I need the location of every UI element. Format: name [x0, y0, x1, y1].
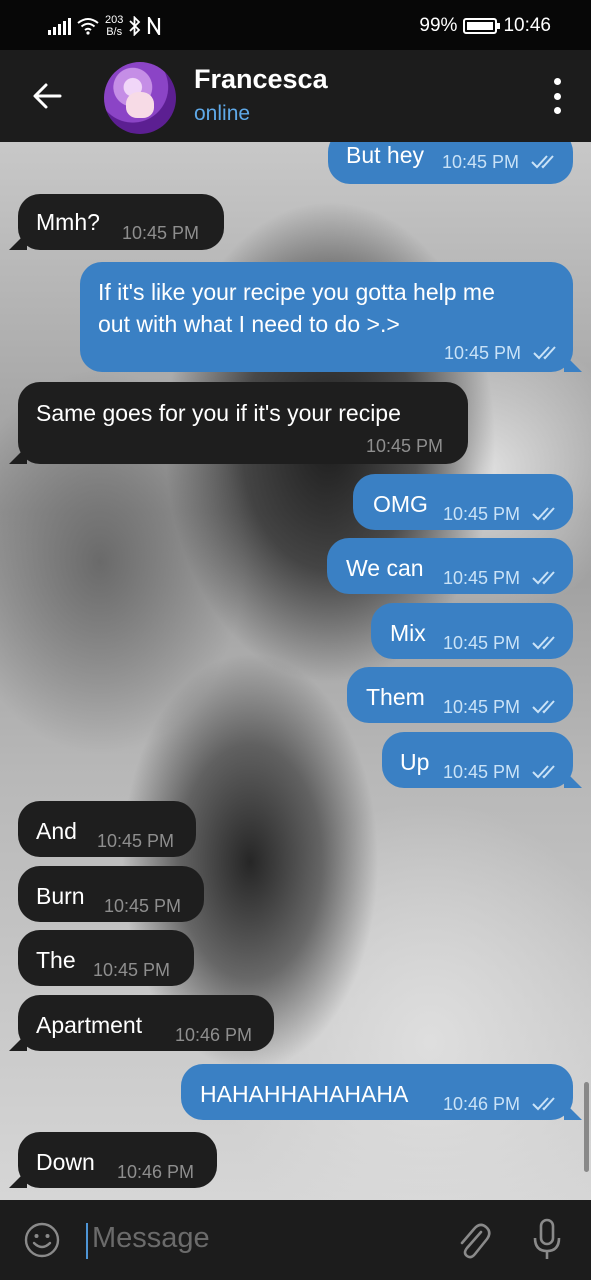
- message-time: 10:46 PM: [117, 1162, 195, 1182]
- double-check-icon: [532, 1097, 555, 1111]
- clock: 10:46: [503, 15, 551, 36]
- message-text: The: [36, 947, 76, 973]
- message-bubble-outgoing[interactable]: We can 10:45 PM: [327, 538, 573, 594]
- message-time: 10:45 PM: [366, 436, 444, 456]
- more-vertical-icon[interactable]: [551, 78, 563, 114]
- double-check-icon: [532, 571, 555, 585]
- emoji-icon[interactable]: [24, 1222, 60, 1258]
- text-cursor: [86, 1223, 88, 1259]
- message-input-bar: Message: [0, 1200, 591, 1280]
- message-bubble-outgoing[interactable]: If it's like your recipe you gotta help …: [80, 262, 573, 372]
- message-text: Mix: [390, 620, 426, 646]
- message-text: Burn: [36, 883, 85, 909]
- message-text: And: [36, 818, 77, 844]
- message-input[interactable]: Message: [92, 1222, 210, 1255]
- message-bubble-incoming[interactable]: And 10:45 PM: [18, 801, 196, 857]
- wifi-icon: [77, 18, 99, 35]
- signal-icon: [48, 17, 71, 35]
- message-time: 10:45 PM: [93, 960, 171, 980]
- message-time: 10:45 PM: [442, 152, 520, 172]
- message-time: 10:45 PM: [443, 568, 521, 588]
- message-bubble-incoming[interactable]: Same goes for you if it's your recipe 10…: [18, 382, 468, 464]
- message-bubble-outgoing[interactable]: OMG 10:45 PM: [353, 474, 573, 530]
- double-check-icon: [533, 346, 556, 360]
- status-bar: 203 B/s 99% 10:46: [0, 0, 591, 50]
- message-bubble-incoming[interactable]: Burn 10:45 PM: [18, 866, 204, 922]
- double-check-icon: [532, 700, 555, 714]
- message-text: OMG: [373, 491, 428, 517]
- message-bubble-outgoing[interactable]: Mix 10:45 PM: [371, 603, 573, 659]
- microphone-icon[interactable]: [532, 1218, 562, 1262]
- battery-percent: 99%: [419, 15, 458, 36]
- message-time: 10:45 PM: [443, 633, 521, 653]
- scrollbar[interactable]: [584, 1082, 589, 1172]
- message-text: Mmh?: [36, 209, 100, 235]
- contact-status: online: [194, 102, 251, 125]
- message-time: 10:45 PM: [104, 896, 182, 916]
- message-bubble-outgoing[interactable]: Them 10:45 PM: [347, 667, 573, 723]
- network-speed: 203 B/s: [105, 14, 123, 38]
- speed-value: 203: [105, 14, 124, 26]
- message-bubble-incoming[interactable]: Mmh? 10:45 PM: [18, 194, 224, 250]
- message-text: Same goes for you if it's your recipe: [36, 400, 401, 426]
- message-time: 10:46 PM: [175, 1025, 253, 1045]
- message-time: 10:45 PM: [443, 504, 521, 524]
- message-text-line-1: If it's like your recipe you gotta help …: [98, 279, 495, 305]
- speed-unit: B/s: [106, 26, 123, 38]
- message-text: HAHAHHAHAHAHA: [200, 1081, 409, 1107]
- message-bubble-incoming[interactable]: Apartment 10:46 PM: [18, 995, 274, 1051]
- message-list[interactable]: But hey 10:45 PM Mmh? 10:45 PM If it's l…: [0, 142, 591, 1200]
- double-check-icon: [531, 155, 554, 169]
- contact-name[interactable]: Francesca: [194, 64, 328, 95]
- message-time: 10:45 PM: [122, 223, 200, 243]
- message-bubble-outgoing[interactable]: But hey 10:45 PM: [328, 142, 573, 184]
- message-bubble-outgoing[interactable]: Up 10:45 PM: [382, 732, 573, 788]
- message-time: 10:45 PM: [443, 762, 521, 782]
- message-time: 10:45 PM: [97, 831, 175, 851]
- message-bubble-incoming[interactable]: The 10:45 PM: [18, 930, 194, 986]
- message-text: Down: [36, 1149, 95, 1175]
- message-text: Apartment: [36, 1012, 143, 1038]
- paperclip-icon[interactable]: [455, 1220, 491, 1260]
- battery-icon: [463, 18, 501, 34]
- message-time: 10:45 PM: [444, 343, 522, 363]
- message-time: 10:46 PM: [443, 1094, 521, 1114]
- message-text-line-2: out with what I need to do >.>: [98, 311, 400, 337]
- message-bubble-outgoing[interactable]: HAHAHHAHAHAHA 10:46 PM: [181, 1064, 573, 1120]
- double-check-icon: [532, 636, 555, 650]
- message-time: 10:45 PM: [443, 697, 521, 717]
- message-text: Them: [366, 684, 425, 710]
- nfc-icon: [148, 17, 161, 35]
- double-check-icon: [532, 507, 555, 521]
- chat-header: Francesca online: [0, 50, 591, 142]
- message-text: But hey: [346, 142, 424, 168]
- message-text: Up: [400, 749, 430, 775]
- arrow-left-icon[interactable]: [28, 76, 68, 116]
- bluetooth-icon: [129, 16, 141, 36]
- avatar[interactable]: [104, 62, 176, 134]
- double-check-icon: [532, 765, 555, 779]
- message-text: We can: [346, 555, 424, 581]
- message-bubble-incoming[interactable]: Down 10:46 PM: [18, 1132, 217, 1188]
